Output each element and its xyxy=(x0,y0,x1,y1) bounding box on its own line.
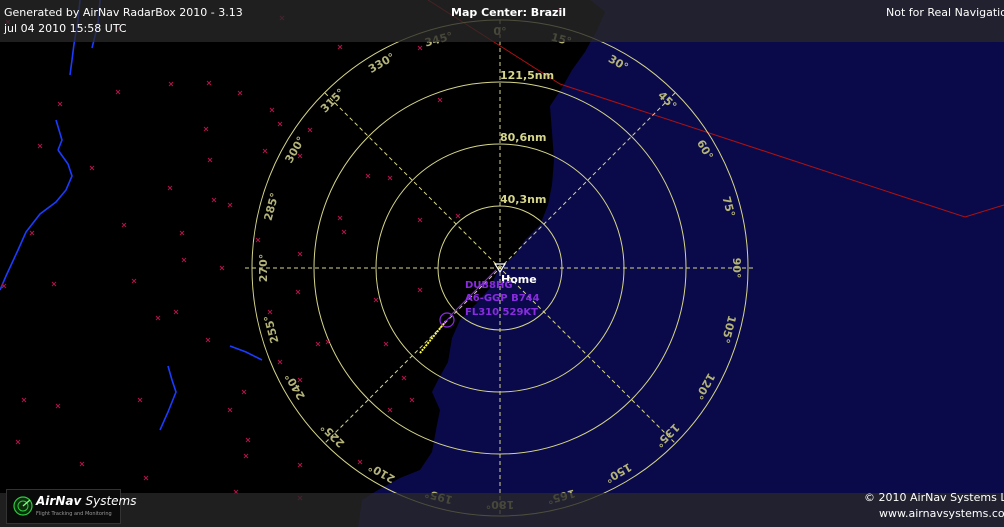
timestamp-text: jul 04 2010 15:58 UTC xyxy=(4,22,127,35)
airport-marker xyxy=(437,97,443,103)
radar-screen: 0°15°30°45°60°75°90°105°120°135°150°165°… xyxy=(0,0,1004,527)
airport-marker xyxy=(79,461,85,467)
airport-marker xyxy=(1,283,7,289)
airport-marker xyxy=(203,126,209,132)
airnav-logo[interactable]: AirNav Systems Flight Tracking and Monit… xyxy=(6,489,136,524)
bearing-label: 300° xyxy=(282,134,307,165)
radar-logo-icon xyxy=(13,496,33,516)
airport-marker xyxy=(89,165,95,171)
airport-marker xyxy=(365,173,371,179)
bearing-label: 255° xyxy=(262,314,282,345)
bearing-label: 240° xyxy=(282,371,307,402)
bearing-label: 210° xyxy=(366,460,397,485)
airport-marker xyxy=(387,407,393,413)
airport-marker xyxy=(267,309,273,315)
airport-marker xyxy=(401,375,407,381)
airport-marker xyxy=(155,315,161,321)
airport-marker xyxy=(137,397,143,403)
airport-marker xyxy=(237,90,243,96)
generated-by-text: Generated by AirNav RadarBox 2010 - 3.13 xyxy=(4,6,243,19)
bearing-label: 285° xyxy=(262,191,282,222)
airport-marker xyxy=(227,202,233,208)
airport-marker xyxy=(121,222,127,228)
airport-marker xyxy=(181,257,187,263)
airport-marker xyxy=(315,341,321,347)
airport-marker xyxy=(269,107,275,113)
airport-marker xyxy=(337,215,343,221)
airport-marker xyxy=(387,175,393,181)
aircraft-flight: DUB8HG xyxy=(465,280,513,291)
range-label-40: 40,3nm xyxy=(500,193,546,206)
airport-marker xyxy=(417,45,423,51)
airport-marker xyxy=(131,278,137,284)
footer-bar xyxy=(0,493,1004,527)
airport-marker xyxy=(455,213,461,219)
logo-tagline: Flight Tracking and Monitoring xyxy=(36,511,112,517)
airport-marker xyxy=(307,127,313,133)
aircraft-registration-type: A6-GGP B744 xyxy=(465,293,540,304)
airport-marker xyxy=(21,397,27,403)
airport-marker xyxy=(143,475,149,481)
airport-marker xyxy=(357,459,363,465)
airport-marker xyxy=(227,407,233,413)
airport-marker xyxy=(262,148,268,154)
range-label-121: 121,5nm xyxy=(500,69,554,82)
aircraft-altitude-speed: FL310 529KT xyxy=(465,307,538,318)
airport-marker xyxy=(205,337,211,343)
bearing-label: 90° xyxy=(730,258,743,279)
airport-marker xyxy=(243,453,249,459)
airport-marker xyxy=(255,237,261,243)
radar-map[interactable]: 0°15°30°45°60°75°90°105°120°135°150°165°… xyxy=(0,0,1004,527)
aircraft-icon-body xyxy=(443,316,451,324)
airport-marker xyxy=(179,230,185,236)
airport-marker xyxy=(383,341,389,347)
airport-marker xyxy=(417,217,423,223)
airport-marker xyxy=(29,230,35,236)
airport-marker xyxy=(37,143,43,149)
aircraft-target[interactable] xyxy=(439,312,455,328)
airport-marker xyxy=(277,359,283,365)
website-link[interactable]: www.airnavsystems.com xyxy=(879,507,1004,520)
airport-marker xyxy=(277,121,283,127)
rivers xyxy=(0,0,263,431)
airport-marker xyxy=(297,462,303,468)
airport-marker xyxy=(337,44,343,50)
airport-marker xyxy=(409,397,415,403)
airport-marker xyxy=(206,80,212,86)
airport-marker xyxy=(295,289,301,295)
airport-marker xyxy=(373,297,379,303)
airport-marker xyxy=(341,229,347,235)
airport-marker xyxy=(15,439,21,445)
airport-marker xyxy=(173,309,179,315)
bearing-label: 330° xyxy=(366,50,397,75)
airport-marker xyxy=(207,157,213,163)
airport-marker xyxy=(57,101,63,107)
airport-marker xyxy=(245,437,251,443)
airport-marker xyxy=(168,81,174,87)
airport-marker xyxy=(417,287,423,293)
logo-brand: AirNav Systems xyxy=(36,494,137,508)
copyright-text: © 2010 AirNav Systems LLC xyxy=(864,491,1004,504)
airport-marker xyxy=(115,89,121,95)
airport-marker xyxy=(167,185,173,191)
airport-marker xyxy=(219,265,225,271)
airport-marker xyxy=(297,251,303,257)
bearing-label: 270° xyxy=(257,254,270,282)
bearing-label: 315° xyxy=(318,86,347,115)
airport-marker xyxy=(55,403,61,409)
map-center-title: Map Center: Brazil xyxy=(451,6,566,19)
airport-marker xyxy=(51,281,57,287)
range-label-80: 80,6nm xyxy=(500,131,546,144)
airport-marker xyxy=(241,389,247,395)
airport-marker xyxy=(211,197,217,203)
disclaimer-text: Not for Real Navigation xyxy=(886,6,1004,19)
